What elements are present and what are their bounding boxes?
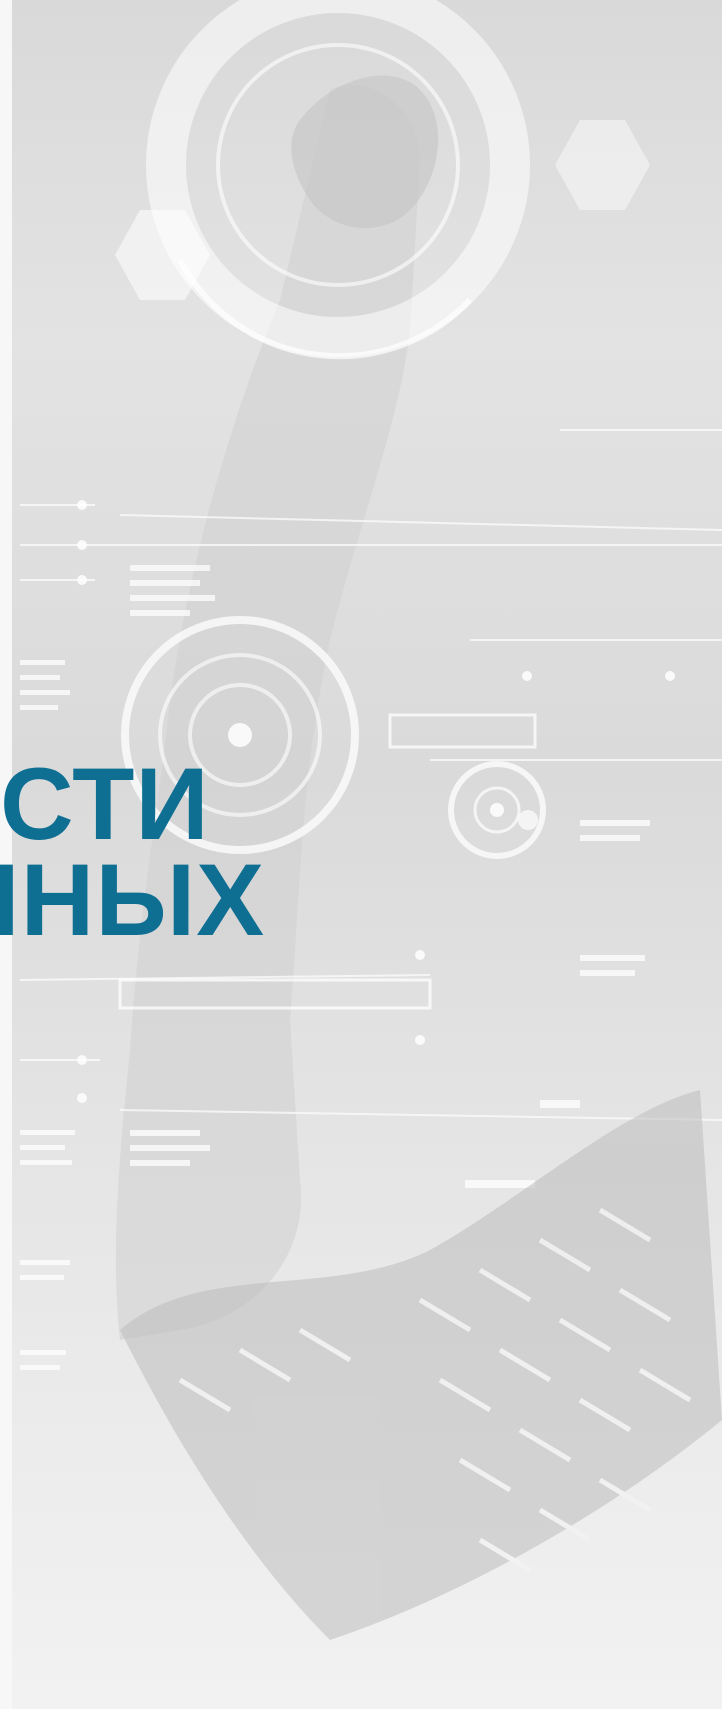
hexagon-right (555, 120, 650, 210)
hero-headline: СТИ ННЫХ (0, 747, 266, 957)
hero-page: СТИ ННЫХ (0, 0, 722, 1709)
headline-line-1: СТИ (0, 747, 210, 861)
small-ring-graphic (448, 761, 546, 859)
headline-line-2: ННЫХ (0, 843, 266, 957)
